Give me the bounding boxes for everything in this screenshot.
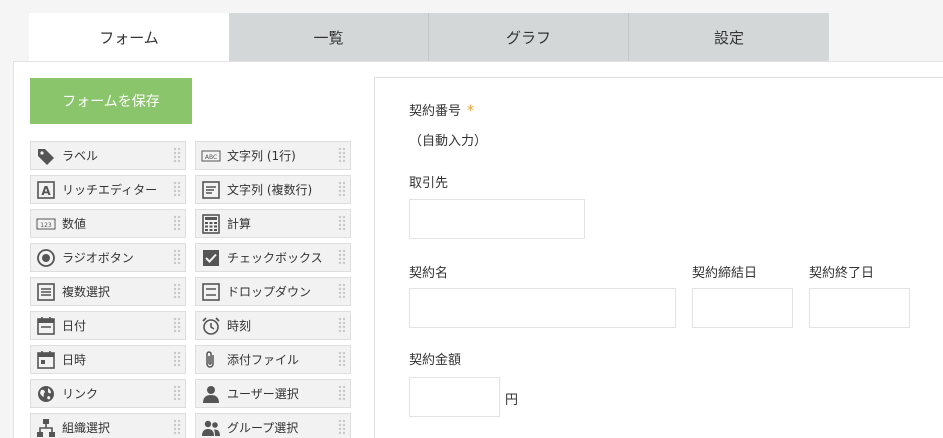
palette-item[interactable]: 文字列 (複数行) bbox=[195, 175, 351, 204]
palette-item[interactable]: ラジオボタン bbox=[30, 243, 186, 272]
palette-item[interactable]: A リッチエディター bbox=[30, 175, 186, 204]
tab-list[interactable]: 一覧 bbox=[229, 13, 429, 61]
contract-date-label: 契約締結日 bbox=[692, 266, 758, 281]
amount-label: 契約金額 bbox=[409, 353, 462, 368]
palette-item-label: 添付ファイル bbox=[227, 353, 300, 367]
palette-item-label: 日時 bbox=[62, 353, 87, 367]
alarm-clock-icon bbox=[200, 316, 222, 336]
tab-graph[interactable]: グラフ bbox=[429, 13, 629, 61]
svg-text:A: A bbox=[41, 184, 51, 198]
palette-item-label: 計算 bbox=[227, 217, 252, 231]
contract-end-label: 契約終了日 bbox=[809, 266, 875, 281]
multi-select-icon bbox=[35, 282, 57, 302]
palette-item[interactable]: ユーザー選択 bbox=[195, 379, 351, 408]
client-input[interactable] bbox=[409, 199, 585, 239]
palette-item[interactable]: 複数選択 bbox=[30, 277, 186, 306]
palette-item-label: 日付 bbox=[62, 319, 87, 333]
client-label: 取引先 bbox=[409, 176, 449, 191]
palette-item[interactable]: 123 数値 bbox=[30, 209, 186, 238]
radio-icon bbox=[35, 248, 57, 268]
palette-item-label: チェックボックス bbox=[227, 251, 323, 265]
palette-item[interactable]: 計算 bbox=[195, 209, 351, 238]
palette-item-label: 時刻 bbox=[227, 319, 252, 333]
palette-item[interactable]: ラベル bbox=[30, 141, 186, 170]
amount-unit: 円 bbox=[505, 393, 519, 408]
palette-item-label: リンク bbox=[62, 387, 99, 401]
palette-item[interactable]: ドロップダウン bbox=[195, 277, 351, 306]
palette-item-label: リッチエディター bbox=[62, 183, 158, 197]
save-form-button[interactable]: フォームを保存 bbox=[30, 78, 192, 124]
palette-item-label: 組織選択 bbox=[62, 421, 111, 435]
contract-number-value: （自動入力） bbox=[409, 134, 488, 149]
paperclip-icon bbox=[200, 350, 222, 370]
svg-text:123: 123 bbox=[40, 222, 52, 229]
globe-icon bbox=[35, 384, 57, 404]
contract-number-label-text: 契約番号 bbox=[409, 104, 462, 119]
form-canvas: 契約番号 * （自動入力） 取引先 契約名 契約締結日 契約終了日 契約金額 円 bbox=[374, 77, 943, 438]
group-icon bbox=[200, 418, 222, 438]
organization-icon bbox=[35, 418, 57, 438]
tab-form[interactable]: フォーム bbox=[29, 13, 229, 62]
contract-name-label: 契約名 bbox=[409, 266, 449, 281]
amount-input[interactable] bbox=[409, 377, 500, 417]
palette-item[interactable]: 日時 bbox=[30, 345, 186, 374]
user-icon bbox=[200, 384, 222, 404]
tag-icon bbox=[35, 146, 57, 166]
palette-item-label: ラジオボタン bbox=[62, 251, 134, 265]
calendar-time-icon bbox=[35, 350, 57, 370]
svg-text:ABC: ABC bbox=[205, 154, 217, 161]
tab-bar: フォーム 一覧 グラフ 設定 bbox=[29, 13, 829, 62]
palette-item-label: グループ選択 bbox=[227, 421, 299, 435]
palette-item-label: ドロップダウン bbox=[227, 285, 312, 299]
contract-date-input[interactable] bbox=[692, 288, 793, 328]
palette-item-label: 文字列 (1行) bbox=[227, 149, 296, 163]
palette-item[interactable]: 日付 bbox=[30, 311, 186, 340]
abc-text-icon: ABC bbox=[200, 146, 222, 166]
number-icon: 123 bbox=[35, 214, 57, 234]
contract-end-input[interactable] bbox=[809, 288, 910, 328]
required-mark: * bbox=[467, 103, 475, 119]
palette-item[interactable]: グループ選択 bbox=[195, 413, 351, 438]
palette-item[interactable]: 添付ファイル bbox=[195, 345, 351, 374]
multiline-text-icon bbox=[200, 180, 222, 200]
calendar-icon bbox=[35, 316, 57, 336]
contract-number-label: 契約番号 * bbox=[409, 100, 474, 119]
palette-item-label: 複数選択 bbox=[62, 285, 111, 299]
palette-item-label: 文字列 (複数行) bbox=[227, 183, 313, 197]
palette-item[interactable]: 時刻 bbox=[195, 311, 351, 340]
palette-item-label: 数値 bbox=[62, 217, 87, 231]
palette-item[interactable]: 組織選択 bbox=[30, 413, 186, 438]
tab-settings[interactable]: 設定 bbox=[629, 13, 829, 61]
palette-item-label: ユーザー選択 bbox=[227, 387, 299, 401]
contract-name-input[interactable] bbox=[409, 288, 676, 328]
calculator-icon bbox=[200, 213, 222, 234]
palette-item[interactable]: リンク bbox=[30, 379, 186, 408]
palette-item[interactable]: チェックボックス bbox=[195, 243, 351, 272]
palette-item-label: ラベル bbox=[62, 149, 99, 163]
palette-item[interactable]: ABC 文字列 (1行) bbox=[195, 141, 351, 170]
rich-editor-icon: A bbox=[35, 180, 57, 200]
checkbox-icon bbox=[200, 248, 222, 268]
dropdown-icon bbox=[200, 282, 222, 302]
